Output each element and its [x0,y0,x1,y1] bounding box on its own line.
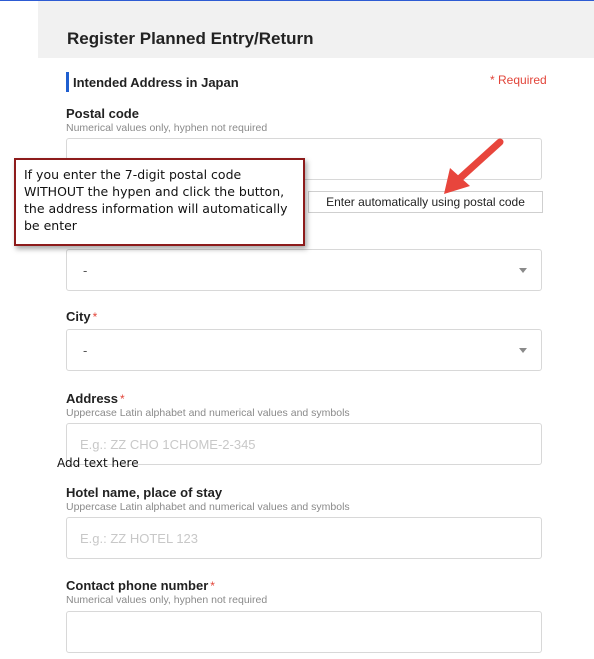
required-note: * Required [490,73,547,87]
prefecture-selected-value: - [83,263,88,278]
section-accent-bar [66,72,69,92]
section-title: Intended Address in Japan [73,75,239,90]
annotation-callout: If you enter the 7-digit postal code WIT… [14,158,305,246]
phone-label: Contact phone number * [66,578,215,593]
phone-input[interactable] [66,611,542,653]
postal-code-label: Postal code [66,106,139,121]
annotation-added-text: Add text here [57,456,139,470]
prefecture-select[interactable]: - [66,249,542,291]
required-mark: * [120,392,125,406]
phone-label-text: Contact phone number [66,578,209,593]
chevron-down-icon [519,268,527,273]
city-label: City * [66,309,97,324]
city-selected-value: - [83,343,88,358]
arrow-icon [444,138,504,194]
hotel-hint: Uppercase Latin alphabet and numerical v… [66,501,350,513]
postal-code-hint: Numerical values only, hyphen not requir… [66,122,268,134]
address-placeholder: E.g.: ZZ CHO 1CHOME-2-345 [80,437,256,452]
chevron-down-icon [519,348,527,353]
required-mark: * [210,579,215,593]
hotel-input[interactable]: E.g.: ZZ HOTEL 123 [66,517,542,559]
page-title: Register Planned Entry/Return [67,29,314,48]
hotel-label: Hotel name, place of stay [66,485,223,500]
required-mark: * [92,310,98,324]
city-select[interactable]: - [66,329,542,371]
phone-hint: Numerical values only, hyphen not requir… [66,594,268,606]
address-label-text: Address [66,391,119,406]
address-label: Address * [66,391,125,406]
city-label-text: City [66,309,91,324]
hotel-placeholder: E.g.: ZZ HOTEL 123 [80,531,199,546]
address-hint: Uppercase Latin alphabet and numerical v… [66,407,350,419]
